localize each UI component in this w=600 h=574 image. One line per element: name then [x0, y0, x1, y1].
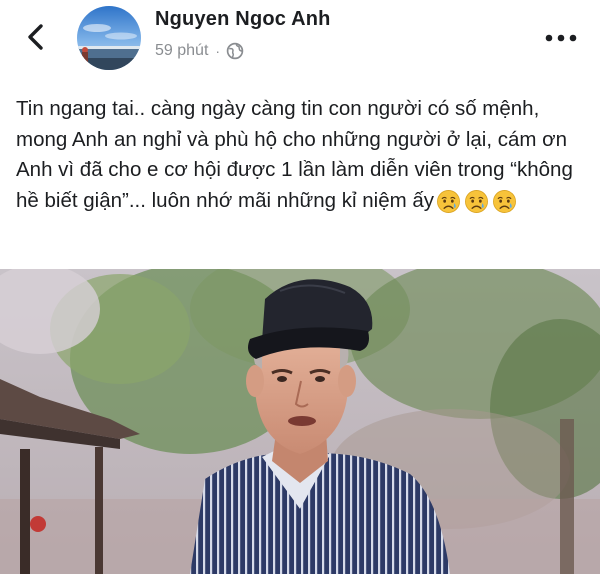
crying-face-icon [465, 189, 488, 213]
facebook-post: Nguyen Ngoc Anh 59 phút · Tin ngang tai.… [0, 0, 600, 574]
post-photo[interactable] [0, 269, 600, 574]
chevron-left-icon [28, 24, 43, 50]
emoji-group [436, 189, 520, 214]
more-dots-icon [545, 34, 577, 42]
more-options-button[interactable] [544, 28, 578, 48]
post-time[interactable]: 59 phút [155, 42, 208, 60]
post-body: Tin ngang tai.. càng ngày càng tin con n… [16, 94, 588, 216]
author-name[interactable]: Nguyen Ngoc Anh [155, 8, 331, 31]
crying-face-icon [493, 189, 516, 213]
back-button[interactable] [22, 22, 52, 52]
meta-separator: · [215, 43, 221, 59]
globe-icon[interactable] [226, 42, 244, 60]
avatar[interactable] [77, 6, 141, 70]
crying-face-icon [437, 189, 460, 213]
post-header: Nguyen Ngoc Anh 59 phút · [0, 0, 600, 82]
post-meta: 59 phút · [155, 41, 244, 61]
